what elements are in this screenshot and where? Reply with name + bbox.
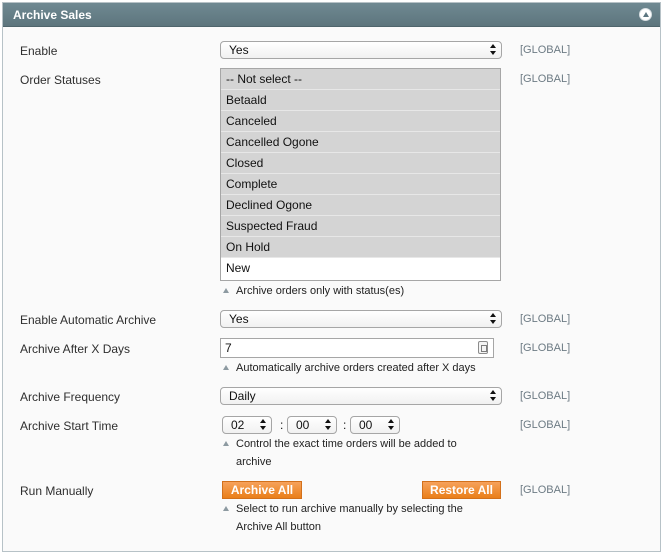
select-arrows-icon (260, 419, 267, 431)
status-option[interactable]: On Hold (221, 237, 500, 258)
after-days-input[interactable]: 7 (220, 338, 494, 358)
frequency-select[interactable]: Daily (220, 387, 502, 405)
select-arrows-icon (388, 419, 395, 431)
enable-auto-select[interactable]: Yes (220, 310, 502, 328)
status-option[interactable]: Closed (221, 153, 500, 174)
enable-select[interactable]: Yes (220, 41, 502, 59)
select-arrows-icon (490, 313, 497, 325)
enable-select-value: Yes (229, 43, 249, 57)
start-time-scope: [GLOBAL] (520, 419, 571, 431)
order-statuses-listbox[interactable]: -- Not select -- Betaald Canceled Cancel… (220, 68, 501, 281)
after-days-value: 7 (225, 341, 232, 355)
status-option[interactable]: New (221, 258, 500, 279)
select-arrows-icon (325, 419, 332, 431)
frequency-scope: [GLOBAL] (520, 390, 571, 402)
note-arrow-icon (223, 441, 229, 446)
after-days-scope: [GLOBAL] (520, 342, 571, 354)
select-arrows-icon (490, 390, 497, 402)
note-arrow-icon (223, 365, 229, 370)
enable-label: Enable (20, 44, 58, 58)
status-option[interactable]: Declined Ogone (221, 195, 500, 216)
start-minute-select[interactable]: 00 (287, 416, 337, 434)
order-statuses-scope: [GLOBAL] (520, 73, 571, 85)
order-statuses-label: Order Statuses (20, 73, 101, 87)
enable-auto-select-value: Yes (229, 312, 249, 326)
archive-all-button[interactable]: Archive All (222, 481, 302, 499)
select-arrows-icon (490, 44, 497, 56)
status-option[interactable]: Suspected Fraud (221, 216, 500, 237)
status-option[interactable]: Canceled (221, 111, 500, 132)
run-manually-scope: [GLOBAL] (520, 484, 571, 496)
start-second-value: 00 (359, 418, 373, 432)
panel-header[interactable]: Archive Sales (3, 3, 660, 27)
frequency-select-value: Daily (229, 389, 256, 403)
start-second-select[interactable]: 00 (350, 416, 400, 434)
time-separator: : (280, 418, 284, 432)
restore-all-button[interactable]: Restore All (422, 481, 501, 499)
run-manually-label: Run Manually (20, 484, 94, 498)
password-key-icon[interactable] (478, 341, 488, 354)
panel-title: Archive Sales (13, 8, 92, 22)
status-option[interactable]: Cancelled Ogone (221, 132, 500, 153)
note-arrow-icon (223, 288, 229, 293)
frequency-label: Archive Frequency (20, 390, 121, 404)
time-separator: : (343, 418, 347, 432)
after-days-label: Archive After X Days (20, 342, 131, 356)
enable-auto-label: Enable Automatic Archive (20, 313, 157, 327)
start-hour-value: 02 (231, 418, 245, 432)
status-option[interactable]: Complete (221, 174, 500, 195)
start-hour-select[interactable]: 02 (222, 416, 272, 434)
start-minute-value: 00 (296, 418, 310, 432)
enable-scope: [GLOBAL] (520, 44, 571, 56)
start-time-label: Archive Start Time (20, 419, 119, 433)
collapse-icon[interactable] (639, 8, 652, 21)
status-option[interactable]: -- Not select -- (221, 69, 500, 90)
note-arrow-icon (223, 506, 229, 511)
status-option[interactable]: Betaald (221, 90, 500, 111)
enable-auto-scope: [GLOBAL] (520, 313, 571, 325)
